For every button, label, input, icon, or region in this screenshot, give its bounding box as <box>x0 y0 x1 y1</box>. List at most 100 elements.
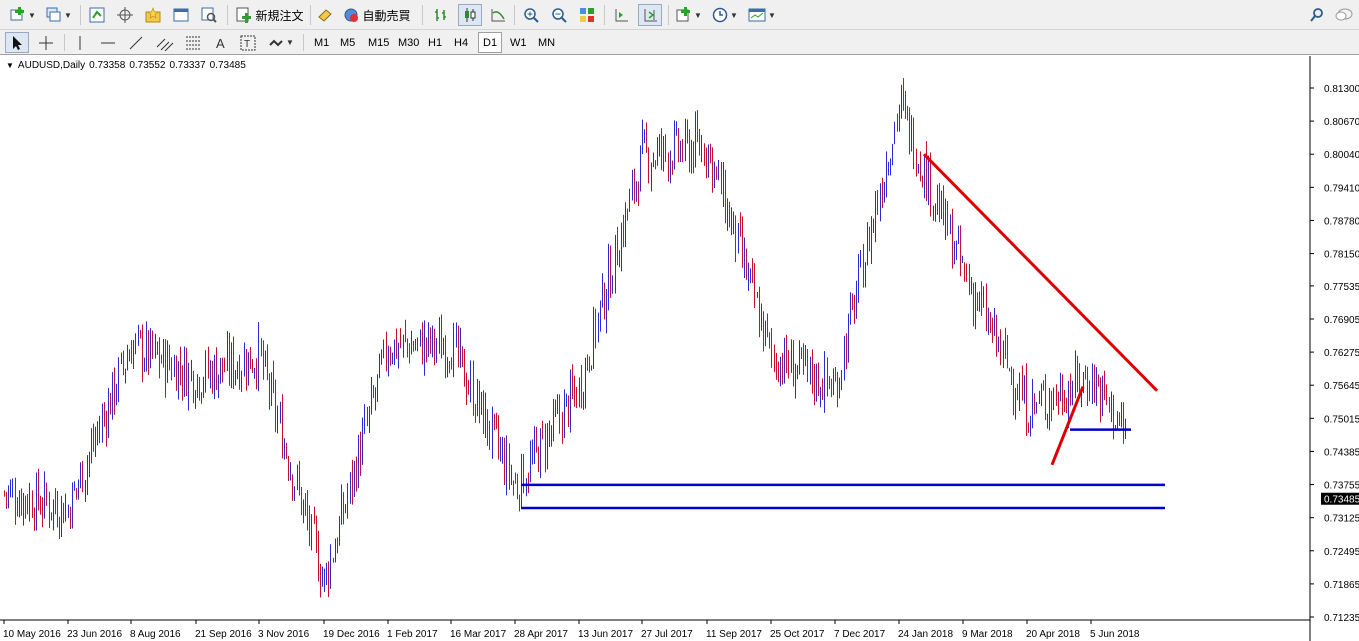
date-tick-label: 13 Jun 2017 <box>578 629 633 640</box>
crosshair-button[interactable] <box>34 32 58 53</box>
svg-text:A: A <box>216 36 225 51</box>
template-icon <box>748 8 766 22</box>
new-order-button[interactable]: 新規注文 <box>233 4 307 26</box>
date-tick-label: 23 Jun 2016 <box>67 629 122 640</box>
search-icon <box>1310 8 1323 22</box>
date-tick-label: 19 Dec 2016 <box>323 629 380 640</box>
vertical-line-button[interactable] <box>70 32 90 53</box>
horizontal-line-button[interactable] <box>97 32 119 53</box>
horizontal-line-icon <box>101 42 115 43</box>
zoom-out-icon <box>552 8 567 23</box>
price-tick-label: 0.76905 <box>1324 315 1359 326</box>
tile-windows-button[interactable] <box>576 4 598 26</box>
profiles-button[interactable]: ▼ <box>44 4 74 26</box>
price-tick-label: 0.81300 <box>1324 84 1359 95</box>
price-tick-label: 0.74385 <box>1324 447 1359 458</box>
chart-shift-button[interactable] <box>610 4 632 26</box>
price-tick-label: 0.75015 <box>1324 414 1359 425</box>
search-button[interactable] <box>1306 4 1328 26</box>
svg-text:T: T <box>244 39 250 50</box>
timeframe-m30-button[interactable]: M30 <box>394 32 423 53</box>
equidistant-channel-button[interactable] <box>153 32 177 53</box>
indicators-button[interactable]: ▼ <box>674 4 704 26</box>
navigator-button[interactable] <box>142 4 164 26</box>
date-tick-label: 11 Sep 2017 <box>706 629 762 640</box>
metaeditor-button[interactable] <box>314 4 336 26</box>
arrows-icon <box>269 39 283 46</box>
price-tick-label: 0.73125 <box>1324 514 1359 525</box>
current-price-tag: 0.73485 <box>1324 495 1359 506</box>
date-tick-label: 27 Jul 2017 <box>641 629 693 640</box>
date-tick-label: 5 Jun 2018 <box>1090 629 1140 640</box>
date-tick-label: 25 Oct 2017 <box>770 629 825 640</box>
zoom-in-icon <box>524 8 539 23</box>
date-tick-label: 16 Mar 2017 <box>450 629 507 640</box>
text-label-button[interactable]: T <box>237 32 259 53</box>
new-chart-button[interactable]: ▼ <box>6 4 40 26</box>
new-order-icon <box>236 7 252 23</box>
metaeditor-book-icon <box>318 9 332 22</box>
timeframe-mn-button[interactable]: MN <box>534 32 559 53</box>
date-tick-label: 8 Aug 2016 <box>130 629 181 640</box>
new-chart-icon <box>10 7 25 21</box>
price-tick-label: 0.76275 <box>1324 348 1359 359</box>
new-order-label: 新規注文 <box>255 8 304 23</box>
date-tick-label: 7 Dec 2017 <box>834 629 886 640</box>
timeframe-d1-button[interactable]: D1 <box>478 32 503 53</box>
main-toolbar: ▼ ▼ 新規注文 自動売買 ▼ ▼ ▼ <box>0 0 1359 30</box>
line-chart-icon <box>491 9 505 22</box>
data-window-button[interactable] <box>114 4 136 26</box>
fibonacci-icon <box>186 36 200 49</box>
magnifier-window-icon <box>201 7 217 23</box>
price-tick-label: 0.73755 <box>1324 481 1359 492</box>
text-label-icon: T <box>240 35 256 50</box>
terminal-window-icon <box>173 8 189 22</box>
timeframe-m1-button[interactable]: M1 <box>310 32 333 53</box>
templates-button[interactable]: ▼ <box>746 4 778 26</box>
chat-bubble-icon <box>1335 8 1353 21</box>
chart-shift-icon <box>615 9 628 22</box>
timeframe-w1-button[interactable]: W1 <box>506 32 531 53</box>
auto-trading-icon <box>344 8 359 22</box>
chat-button[interactable] <box>1333 4 1355 26</box>
text-icon: A <box>216 36 225 51</box>
profiles-icon <box>46 7 61 22</box>
clock-icon <box>712 7 728 23</box>
candlestick-chart-button[interactable] <box>458 4 482 26</box>
timeframe-h4-button[interactable]: H4 <box>450 32 472 53</box>
line-chart-button[interactable] <box>487 4 509 26</box>
price-tick-label: 0.80670 <box>1324 117 1359 128</box>
auto-trading-label: 自動売買 <box>362 8 411 23</box>
date-tick-label: 20 Apr 2018 <box>1026 629 1080 640</box>
text-button[interactable]: A <box>210 32 232 53</box>
price-tick-label: 0.75645 <box>1324 381 1359 392</box>
periods-button[interactable]: ▼ <box>710 4 740 26</box>
cursor-arrow-icon <box>13 35 22 50</box>
bar-chart-button[interactable] <box>430 4 452 26</box>
auto-scroll-icon <box>644 9 657 22</box>
auto-trading-button[interactable]: 自動売買 <box>340 4 414 26</box>
price-tick-label: 0.79410 <box>1324 183 1359 194</box>
auto-scroll-button[interactable] <box>638 4 662 26</box>
date-tick-label: 1 Feb 2017 <box>387 629 438 640</box>
tile-windows-icon <box>580 8 594 22</box>
trendline-icon <box>129 36 143 49</box>
date-tick-label: 10 May 2016 <box>3 629 61 640</box>
fibonacci-button[interactable] <box>182 32 206 53</box>
price-tick-label: 0.78150 <box>1324 250 1359 261</box>
market-watch-button[interactable] <box>86 4 108 26</box>
arrows-button[interactable]: ▼ <box>265 32 297 53</box>
candlestick-icon <box>465 8 476 22</box>
zoom-out-button[interactable] <box>548 4 570 26</box>
terminal-button[interactable] <box>170 4 192 26</box>
zoom-in-button[interactable] <box>520 4 542 26</box>
timeframe-h1-button[interactable]: H1 <box>424 32 446 53</box>
cursor-button[interactable] <box>5 32 29 53</box>
price-chart[interactable]: 0.81300 0.80670 0.80040 0.79410 0.78780 0.781… <box>0 56 1359 641</box>
timeframe-m5-button[interactable]: M5 <box>336 32 359 53</box>
strategy-tester-button[interactable] <box>198 4 220 26</box>
trendline-button[interactable] <box>125 32 147 53</box>
crosshair-target-icon <box>117 7 133 23</box>
timeframe-m15-button[interactable]: M15 <box>364 32 393 53</box>
vertical-line-icon <box>79 35 81 50</box>
